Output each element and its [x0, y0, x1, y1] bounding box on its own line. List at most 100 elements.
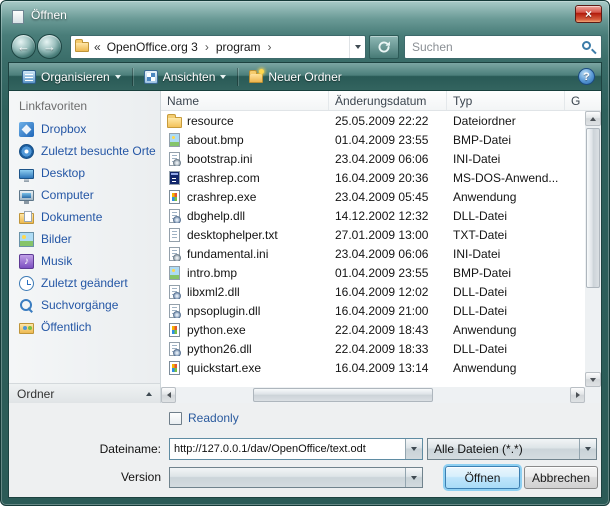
sidebar-item[interactable]: Suchvorgänge — [9, 294, 160, 316]
sidebar-item-label: Desktop — [41, 166, 85, 180]
column-header-type[interactable]: Typ — [447, 91, 565, 110]
chevron-down-icon — [585, 447, 591, 451]
sidebar-item[interactable]: Computer — [9, 184, 160, 206]
file-row[interactable]: python.exe 22.04.2009 18:43 Anwendung — [161, 320, 585, 339]
sidebar-item[interactable]: Dokumente — [9, 206, 160, 228]
horizontal-scrollbar[interactable] — [161, 387, 585, 403]
readonly-checkbox[interactable] — [169, 412, 182, 425]
search-input[interactable] — [405, 36, 575, 58]
breadcrumb-overflow-chevrons[interactable]: « — [94, 40, 101, 54]
back-button[interactable]: ← — [11, 34, 36, 59]
cancel-button[interactable]: Abbrechen — [524, 466, 598, 489]
file-icon — [169, 323, 180, 337]
form-area: Readonly Dateiname: Alle Dateien (*.*) V… — [9, 403, 601, 497]
file-name: libxml2.dll — [187, 285, 240, 299]
folders-label: Ordner — [17, 387, 54, 401]
sidebar-item[interactable]: Musik — [9, 250, 160, 272]
file-icon — [169, 209, 180, 223]
column-header-name[interactable]: Name — [161, 91, 329, 110]
sidebar-item-icon — [19, 232, 34, 247]
sidebar-item-label: Dropbox — [41, 122, 86, 136]
views-button[interactable]: Ansichten — [137, 67, 234, 87]
sidebar-item[interactable]: Öffentlich — [9, 316, 160, 338]
breadcrumb-separator[interactable]: › — [268, 40, 272, 54]
breadcrumb-item[interactable]: program — [214, 40, 263, 54]
file-name-cell: bootstrap.ini — [161, 151, 329, 166]
file-row[interactable]: fundamental.ini 23.04.2009 06:06 INI-Dat… — [161, 244, 585, 263]
filetype-dropdown-button[interactable] — [579, 439, 596, 459]
file-row[interactable]: python26.dll 22.04.2009 18:33 DLL-Datei — [161, 339, 585, 358]
forward-button[interactable]: → — [37, 34, 62, 59]
column-header-size[interactable]: G — [565, 91, 601, 110]
filetype-combobox[interactable]: Alle Dateien (*.*) — [427, 438, 597, 460]
file-date: 16.04.2009 21:00 — [329, 304, 447, 318]
file-row[interactable]: dbghelp.dll 14.12.2002 12:32 DLL-Datei — [161, 206, 585, 225]
file-type: INI-Datei — [447, 152, 565, 166]
file-row[interactable]: about.bmp 01.04.2009 23:55 BMP-Datei — [161, 130, 585, 149]
filename-combobox — [169, 438, 423, 460]
help-button[interactable]: ? — [578, 68, 595, 85]
file-row[interactable]: bootstrap.ini 23.04.2009 06:06 INI-Datei — [161, 149, 585, 168]
file-row[interactable]: quickstart.exe 16.04.2009 13:14 Anwendun… — [161, 358, 585, 377]
sidebar-item[interactable]: Bilder — [9, 228, 160, 250]
scroll-down-button[interactable] — [585, 372, 601, 387]
file-date: 16.04.2009 12:02 — [329, 285, 447, 299]
close-button[interactable]: × — [575, 5, 602, 23]
file-type: INI-Datei — [447, 247, 565, 261]
arrow-left-icon — [167, 392, 171, 398]
sidebar-item[interactable]: Dropbox — [9, 118, 160, 140]
version-combobox[interactable] — [169, 467, 423, 488]
sidebar-item-icon — [19, 122, 34, 137]
breadcrumb-separator[interactable]: › — [205, 40, 209, 54]
filename-input[interactable] — [170, 443, 405, 455]
scroll-right-button[interactable] — [570, 387, 585, 403]
breadcrumb-item[interactable]: OpenOffice.org 3 — [105, 40, 200, 54]
file-row[interactable]: crashrep.exe 23.04.2009 05:45 Anwendung — [161, 187, 585, 206]
readonly-row: Readonly — [169, 411, 239, 425]
readonly-label[interactable]: Readonly — [188, 411, 239, 425]
organize-button[interactable]: Organisieren — [15, 67, 128, 87]
titlebar: Öffnen × — [1, 1, 609, 31]
version-label: Version — [9, 470, 161, 484]
sidebar-item-label: Öffentlich — [41, 320, 91, 334]
sidebar-item[interactable]: Zuletzt geändert — [9, 272, 160, 294]
file-type: Anwendung — [447, 323, 565, 337]
file-name-cell: crashrep.exe — [161, 189, 329, 204]
refresh-button[interactable] — [369, 35, 399, 59]
filename-dropdown-button[interactable] — [405, 439, 422, 459]
vertical-scrollbar[interactable] — [585, 111, 601, 387]
file-date: 14.12.2002 12:32 — [329, 209, 447, 223]
sidebar-item[interactable]: Desktop — [9, 162, 160, 184]
open-button[interactable]: Öffnen — [445, 466, 520, 489]
file-row[interactable]: libxml2.dll 16.04.2009 12:02 DLL-Datei — [161, 282, 585, 301]
file-row[interactable]: npsoplugin.dll 16.04.2009 21:00 DLL-Date… — [161, 301, 585, 320]
file-row[interactable]: crashrep.com 16.04.2009 20:36 MS-DOS-Anw… — [161, 168, 585, 187]
sidebar-item-label: Suchvorgänge — [41, 298, 118, 312]
sidebar: Linkfavoriten Dropbox Zuletzt besuchte O… — [9, 91, 161, 403]
file-row[interactable]: intro.bmp 01.04.2009 23:55 BMP-Datei — [161, 263, 585, 282]
sidebar-item-icon — [19, 213, 34, 224]
file-icon — [169, 171, 180, 185]
file-row[interactable]: desktophelper.txt 27.01.2009 13:00 TXT-D… — [161, 225, 585, 244]
search-box — [404, 35, 602, 59]
chevron-down-icon — [411, 447, 417, 451]
folders-expander[interactable]: Ordner — [9, 383, 160, 403]
help-icon: ? — [583, 71, 590, 83]
sidebar-item-label: Bilder — [41, 232, 72, 246]
version-dropdown-button[interactable] — [405, 468, 422, 487]
scroll-left-button[interactable] — [161, 387, 176, 403]
scrollbar-corner — [585, 387, 601, 403]
column-header-date[interactable]: Änderungsdatum — [329, 91, 447, 110]
new-folder-button[interactable]: Neuer Ordner — [242, 67, 348, 87]
horizontal-scroll-thumb[interactable] — [253, 388, 433, 402]
scroll-up-button[interactable] — [585, 111, 601, 126]
navigation-bar: ← → « OpenOffice.org 3 › program › — [8, 32, 602, 62]
file-icon — [169, 304, 180, 318]
breadcrumb-dropdown-button[interactable] — [349, 36, 365, 58]
sidebar-item[interactable]: Zuletzt besuchte Orte — [9, 140, 160, 162]
file-row[interactable]: resource 25.05.2009 22:22 Dateiordner — [161, 111, 585, 130]
vertical-scroll-thumb[interactable] — [586, 128, 600, 288]
sidebar-item-icon — [19, 144, 34, 159]
file-name: quickstart.exe — [187, 361, 261, 375]
file-date: 23.04.2009 06:06 — [329, 247, 447, 261]
